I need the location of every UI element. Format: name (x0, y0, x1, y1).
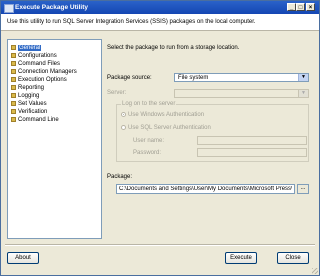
title-bar[interactable]: Execute Package Utility _ □ × (1, 1, 319, 14)
nav-item-configurations[interactable]: Configurations (11, 52, 57, 60)
package-source-dropdown[interactable]: File system ▼ (174, 73, 309, 82)
nav-item-logging[interactable]: Logging (11, 92, 39, 100)
password-label: Password: (133, 150, 162, 156)
header-banner: Use this utility to run SQL Server Integ… (1, 14, 319, 31)
windows-auth-label: Use Windows Authentication (128, 112, 205, 119)
close-button[interactable]: Close (277, 252, 309, 264)
radio-unselected-icon (121, 125, 126, 130)
app-icon (4, 4, 14, 13)
nav-item-general[interactable]: General (11, 44, 42, 52)
windows-auth-radio[interactable]: Use Windows Authentication (121, 112, 204, 118)
package-path-field[interactable]: C:\Documents and Settings\User\My Docume… (116, 184, 295, 194)
nav-item-command-files[interactable]: Command Files (11, 60, 60, 68)
footer-divider (5, 244, 315, 246)
sql-auth-radio[interactable]: Use SQL Server Authentication (121, 125, 211, 131)
window-title: Execute Package Utility (15, 4, 88, 11)
package-source-value: File system (178, 75, 209, 81)
page-icon (11, 116, 16, 122)
page-icon (11, 44, 16, 50)
radio-selected-icon (121, 112, 126, 117)
page-icon (11, 108, 16, 114)
page-icon (11, 68, 16, 74)
about-button[interactable]: About (7, 252, 39, 264)
execute-button[interactable]: Execute (225, 252, 257, 264)
sql-auth-label: Use SQL Server Authentication (128, 125, 211, 132)
password-field[interactable] (197, 148, 307, 157)
server-label: Server: (107, 90, 127, 96)
resize-grip[interactable] (312, 268, 318, 274)
browse-button[interactable]: ... (297, 184, 309, 194)
minimize-button[interactable]: _ (287, 3, 296, 11)
chevron-down-icon[interactable]: ▼ (298, 90, 308, 97)
package-label: Package: (107, 174, 133, 180)
logon-group-title: Log on to the server (121, 101, 177, 107)
page-icon (11, 52, 16, 58)
nav-item-reporting[interactable]: Reporting (11, 84, 44, 92)
page-icon (11, 76, 16, 82)
close-window-button[interactable]: × (306, 3, 315, 11)
package-path-value: C:\Documents and Settings\User\My Docume… (119, 186, 292, 192)
maximize-button[interactable]: □ (296, 3, 305, 11)
page-icon (11, 84, 16, 90)
nav-item-command-line[interactable]: Command Line (11, 116, 59, 124)
chevron-down-icon[interactable]: ▼ (298, 74, 308, 81)
username-field[interactable] (197, 136, 307, 145)
server-dropdown[interactable]: ▼ (174, 89, 309, 98)
page-icon (11, 60, 16, 66)
nav-item-verification[interactable]: Verification (11, 108, 47, 116)
page-icon (11, 92, 16, 98)
navigation-pane: General Configurations Command Files Con… (7, 39, 102, 239)
header-description: Use this utility to run SQL Server Integ… (7, 19, 256, 25)
nav-item-set-values[interactable]: Set Values (11, 100, 47, 108)
nav-item-execution-options[interactable]: Execution Options (11, 76, 67, 84)
nav-item-connection-managers[interactable]: Connection Managers (11, 68, 77, 76)
execute-package-utility-window: Execute Package Utility _ □ × Use this u… (0, 0, 320, 276)
section-subtitle: Select the package to run from a storage… (107, 45, 240, 51)
username-label: User name: (133, 138, 165, 144)
page-icon (11, 100, 16, 106)
package-source-label: Package source: (107, 75, 152, 81)
